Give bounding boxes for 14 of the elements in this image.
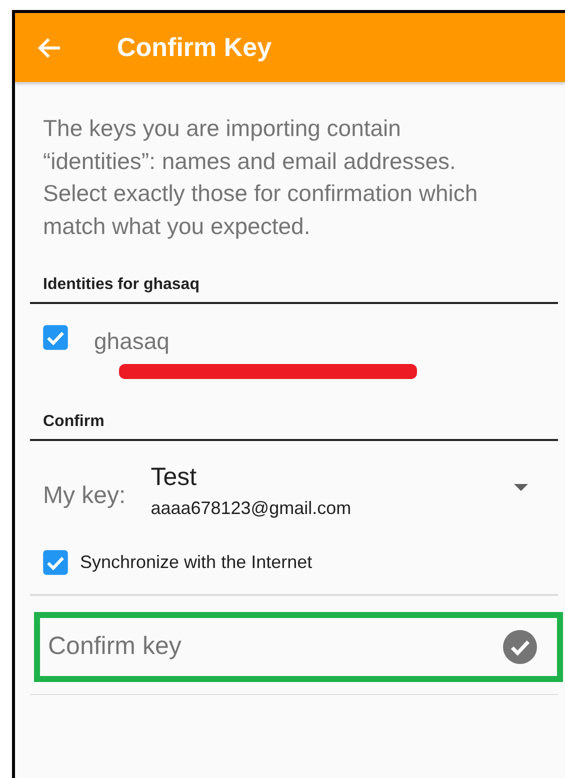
checkbox-label: Synchronize with the Internet <box>80 552 312 573</box>
identity-name: ghasaq <box>94 328 170 355</box>
key-label: My key: <box>43 482 126 510</box>
confirm-key-button[interactable]: Confirm key <box>34 612 563 682</box>
key-name: Test <box>150 463 198 492</box>
checkbox[interactable] <box>42 549 69 576</box>
key-email: aaaa678123@gmail.com <box>150 498 352 519</box>
dropdown-caret-icon[interactable] <box>514 484 528 490</box>
screen-title: Confirm Key <box>117 32 272 63</box>
checkbox[interactable] <box>42 324 69 351</box>
section-header: Identities for ghasaq <box>30 276 558 304</box>
intro-text: The keys you are importing contain “identities”: names and email addresses. Select exactly those for confirmation which match what you expected. <box>43 114 479 241</box>
check-circle-icon <box>503 630 537 664</box>
section-header: Confirm <box>30 413 558 441</box>
